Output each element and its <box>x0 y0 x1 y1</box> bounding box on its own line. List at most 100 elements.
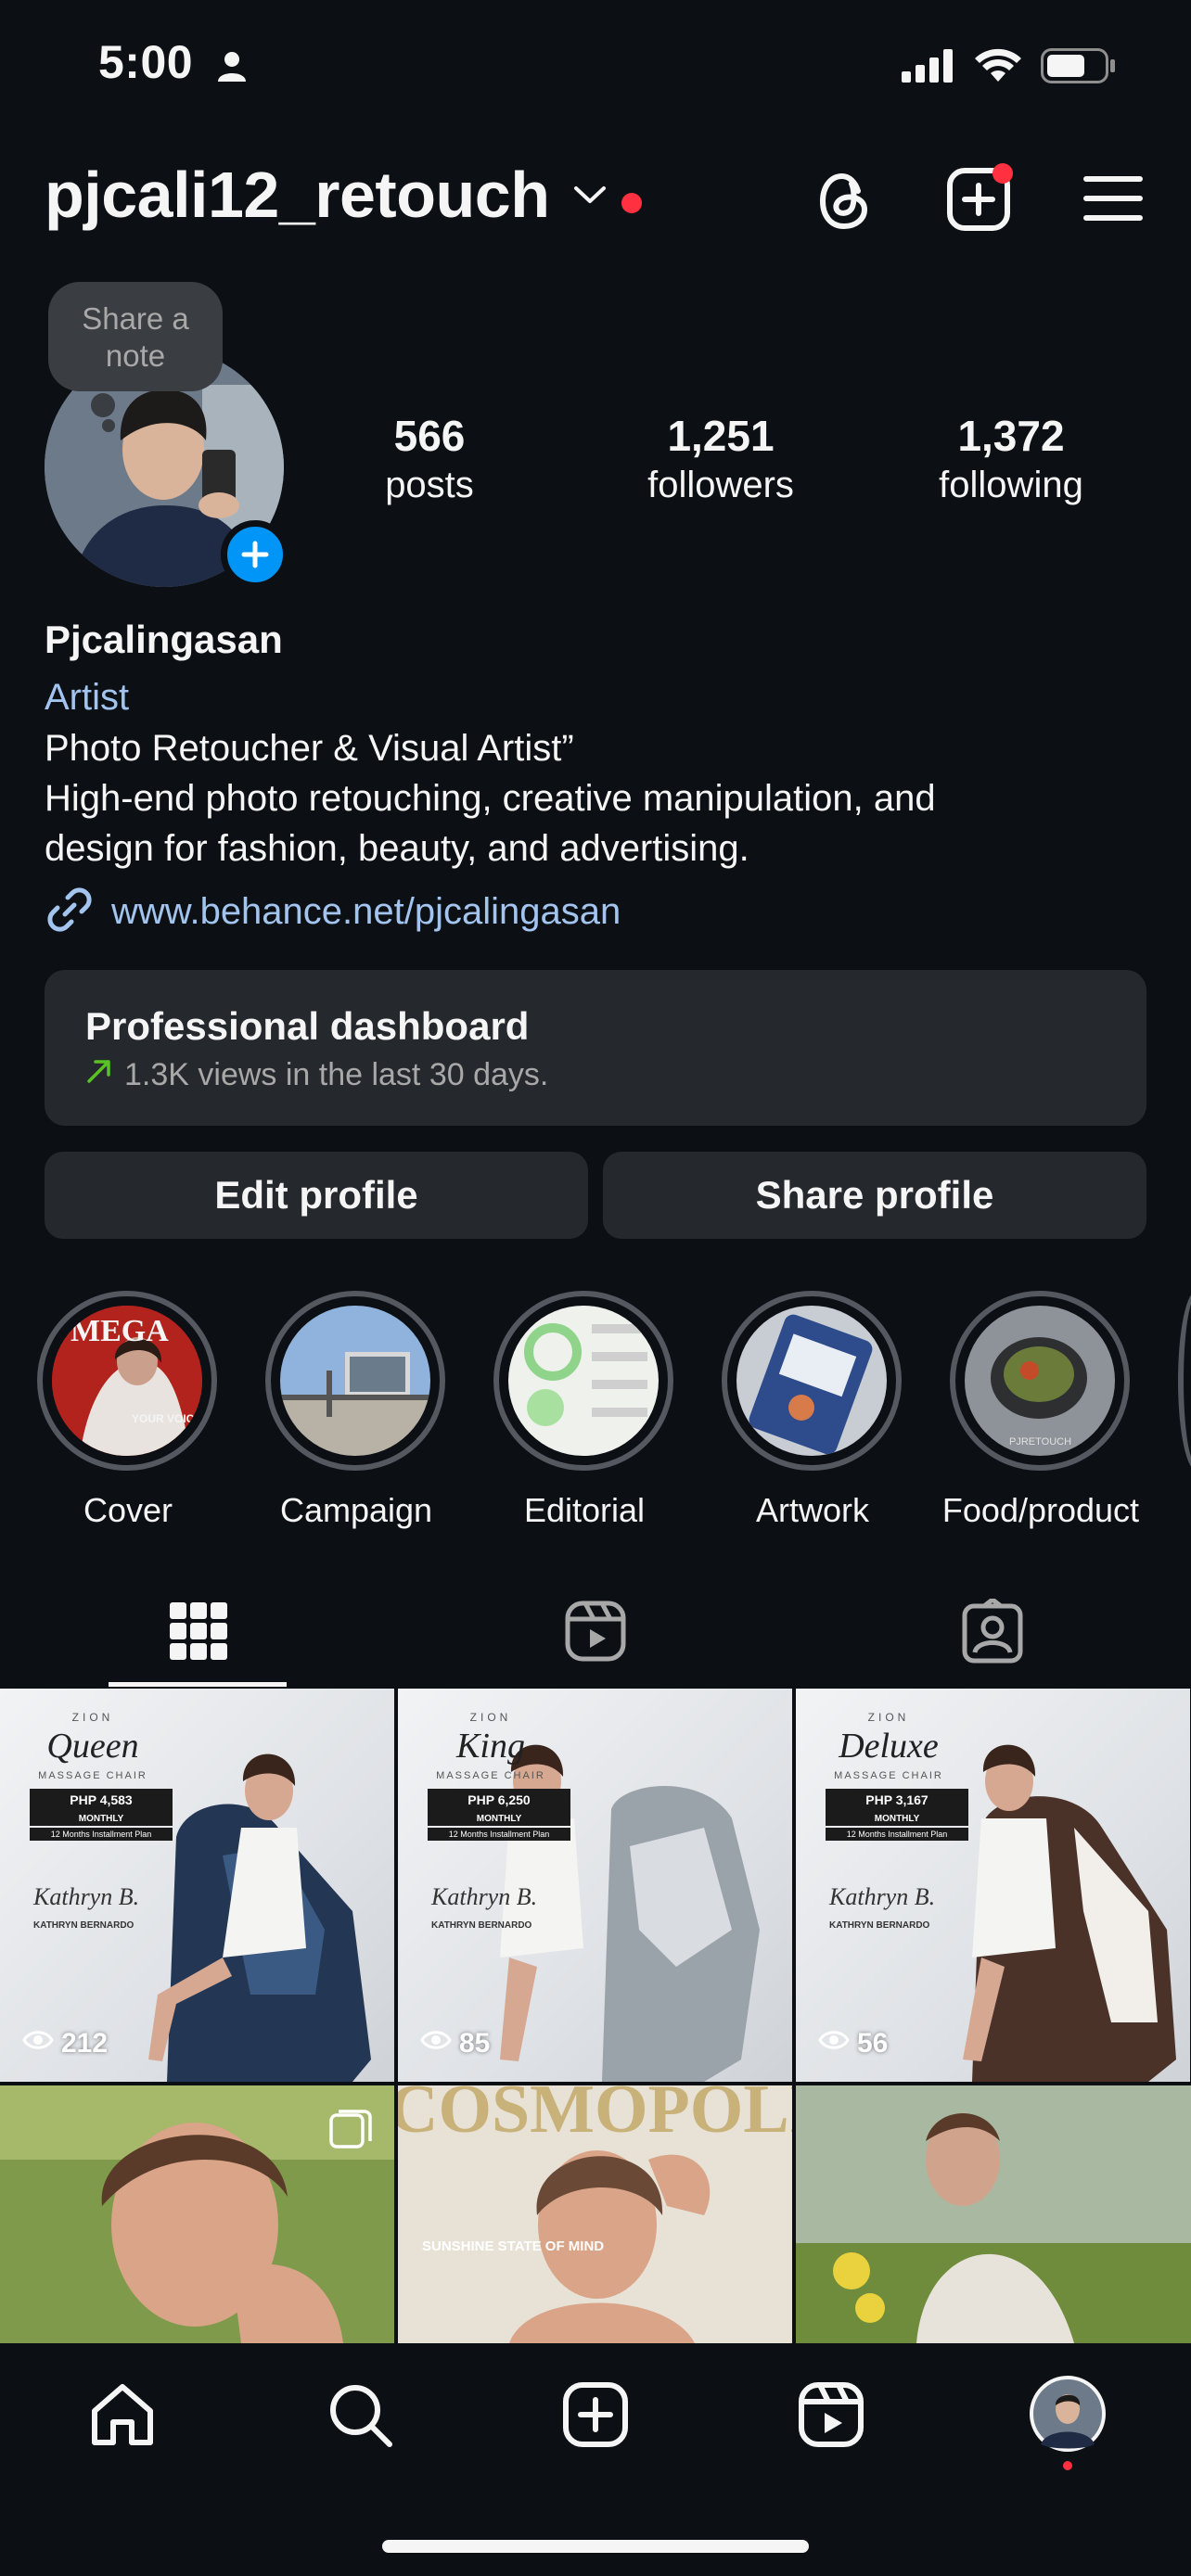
threads-icon[interactable] <box>816 167 874 240</box>
share-note-bubble[interactable]: Share a note <box>48 282 223 391</box>
post-thumbnail[interactable]: ZION King MASSAGE CHAIR PHP 6,250 MONTHLY… <box>398 1689 792 2082</box>
post-signature: Kathryn B. <box>829 1883 936 1910</box>
highlight-ring <box>493 1291 673 1471</box>
profile-tabs <box>0 1578 1191 1688</box>
post-thumbnail[interactable]: COSMOPOLITAN SUNSHINE STATE OF MIND <box>398 2085 792 2343</box>
notification-dot <box>621 193 642 213</box>
profile-notification-dot <box>1063 2461 1072 2470</box>
stat-followers-value: 1,251 <box>667 412 775 460</box>
professional-dashboard-card[interactable]: Professional dashboard 1.3K views in the… <box>45 970 1146 1126</box>
carousel-icon <box>329 2108 372 2155</box>
link-icon <box>45 885 95 939</box>
stat-following-value: 1,372 <box>957 412 1065 460</box>
tab-reels[interactable] <box>397 1578 794 1688</box>
active-tab-indicator <box>109 1682 287 1687</box>
highlight-ring: MEGA YOUR VOICE <box>37 1291 217 1471</box>
stat-posts-label: posts <box>385 465 474 505</box>
post-product-name: Deluxe <box>839 1727 939 1766</box>
post-price: PHP 3,167 <box>865 1792 928 1807</box>
stat-following-label: following <box>939 465 1083 505</box>
website-link-text[interactable]: www.behance.net/pjcalingasan <box>111 891 621 933</box>
reels-icon <box>565 1600 626 1666</box>
grid-icon <box>170 1601 227 1664</box>
magazine-cover-line: SUNSHINE STATE OF MIND <box>422 2238 604 2254</box>
home-indicator <box>382 2540 809 2553</box>
food-caption: PJRETOUCH <box>1009 1436 1071 1447</box>
post-signature: Kathryn B. <box>431 1883 538 1910</box>
category-label: Artist <box>45 677 130 718</box>
wifi-icon <box>974 48 1022 88</box>
highlight-label: Artwork <box>755 1491 869 1529</box>
status-bar: 5:00 <box>0 0 1191 139</box>
highlight-campaign[interactable]: Campaign <box>265 1291 447 1530</box>
username-switcher[interactable]: pjcali12_retouch <box>45 158 550 232</box>
menu-icon[interactable] <box>1083 174 1143 227</box>
note-bubble-tail-small <box>102 419 115 432</box>
highlight-artwork[interactable]: Artwork <box>722 1291 903 1530</box>
post-plan: 12 Months Installment Plan <box>428 1828 570 1841</box>
highlight-label: Editorial <box>523 1491 646 1529</box>
post-brand: ZION <box>71 1711 114 1724</box>
highlight-thumbnail <box>736 1306 887 1456</box>
tab-grid[interactable] <box>0 1578 397 1688</box>
post-view-count: 212 <box>61 2028 109 2059</box>
reels-icon[interactable] <box>798 2381 864 2453</box>
tab-tagged[interactable] <box>794 1578 1191 1688</box>
post-price-period: MONTHLY <box>78 1814 124 1824</box>
trending-up-icon <box>85 1053 113 1096</box>
post-product-subtitle: MASSAGE CHAIR <box>436 1770 545 1781</box>
dashboard-subtitle: 1.3K views in the last 30 days. <box>124 1057 549 1092</box>
bio-line: design for fashion, beauty, and advertis… <box>45 828 749 869</box>
post-view-count: 56 <box>857 2028 889 2059</box>
highlight-food-product[interactable]: PJRETOUCH Food/product <box>942 1291 1139 1530</box>
bio-line: High-end photo retouching, creative mani… <box>45 778 936 819</box>
post-brand: ZION <box>469 1711 512 1724</box>
stat-followers-label: followers <box>647 465 794 505</box>
highlight-thumbnail: MEGA YOUR VOICE <box>52 1306 202 1456</box>
signal-icon <box>902 49 955 87</box>
share-profile-button[interactable]: Share profile <box>603 1152 1146 1239</box>
website-link[interactable]: www.behance.net/pjcalingasan <box>45 885 621 939</box>
highlight-cover[interactable]: MEGA YOUR VOICE Cover <box>37 1291 219 1530</box>
highlight-thumbnail: PJRETOUCH <box>965 1306 1115 1456</box>
person-icon <box>215 50 249 88</box>
stat-followers[interactable]: 1,251 followers <box>623 410 818 508</box>
dashboard-subtitle-row: 1.3K views in the last 30 days. <box>85 1053 1106 1096</box>
display-name: Pjcalingasan <box>45 618 283 661</box>
cover-masthead: MEGA <box>70 1314 169 1348</box>
post-product-name: King <box>456 1727 525 1766</box>
post-views: 56 <box>818 2026 888 2061</box>
post-price: PHP 6,250 <box>467 1792 531 1807</box>
post-price-period: MONTHLY <box>476 1814 522 1824</box>
add-story-button[interactable] <box>221 520 289 589</box>
stat-posts[interactable]: 566 posts <box>360 410 499 508</box>
play-icon <box>818 2026 850 2061</box>
note-text: Share a note <box>82 301 189 373</box>
highlight-label: Cover <box>83 1491 173 1529</box>
edit-profile-button[interactable]: Edit profile <box>45 1152 588 1239</box>
post-thumbnail[interactable] <box>0 2085 394 2343</box>
dashboard-title: Professional dashboard <box>85 1004 530 1048</box>
status-time: 5:00 <box>98 36 194 88</box>
profile-avatar[interactable] <box>1030 2376 1106 2456</box>
highlight-thumbnail <box>280 1306 430 1456</box>
post-price-tag: PHP 4,583 MONTHLY <box>30 1789 173 1826</box>
home-icon[interactable] <box>89 2381 156 2453</box>
post-thumbnail[interactable] <box>796 2085 1191 2343</box>
stat-following[interactable]: 1,372 following <box>914 410 1108 508</box>
note-bubble-tail <box>91 393 115 417</box>
battery-icon <box>1041 48 1117 88</box>
highlight-ring <box>722 1291 902 1471</box>
post-price-tag: PHP 3,167 MONTHLY <box>826 1789 968 1826</box>
post-thumbnail[interactable]: ZION Queen MASSAGE CHAIR PHP 4,583 MONTHL… <box>0 1689 394 2082</box>
chevron-down-icon[interactable] <box>572 184 608 210</box>
post-thumbnail[interactable]: ZION Deluxe MASSAGE CHAIR PHP 3,167 MONTH… <box>796 1689 1190 2082</box>
status-indicators <box>902 48 1117 88</box>
highlight-partial[interactable] <box>1178 1291 1191 1471</box>
search-icon[interactable] <box>327 2381 393 2453</box>
create-icon[interactable] <box>562 2381 629 2453</box>
post-views: 85 <box>420 2026 490 2061</box>
highlight-editorial[interactable]: Editorial <box>493 1291 675 1530</box>
post-plan: 12 Months Installment Plan <box>826 1828 968 1841</box>
post-plan: 12 Months Installment Plan <box>30 1828 173 1841</box>
